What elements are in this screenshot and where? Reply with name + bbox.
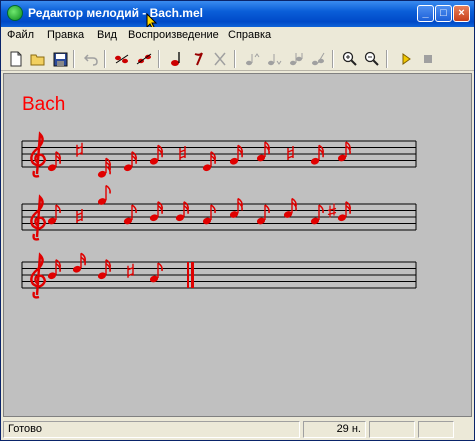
window-title: Редактор мелодий - Bach.mel <box>28 6 203 20</box>
stop-icon[interactable] <box>418 49 438 69</box>
natural-sign-icon <box>127 263 134 278</box>
close-button[interactable]: × <box>453 5 470 22</box>
menu-bar: Файл Правка Вид Воспроизведение Справка <box>1 27 474 45</box>
toolbar-separator <box>158 50 160 68</box>
menu-playback[interactable]: Воспроизведение <box>128 29 219 41</box>
app-window: Редактор мелодий - Bach.mel _ □ × Файл П… <box>0 0 475 441</box>
treble-clef-icon <box>30 252 47 299</box>
treble-clef-icon <box>30 131 47 178</box>
play-icon[interactable] <box>396 49 416 69</box>
natural-sign-icon <box>76 209 83 223</box>
natural-sign-icon <box>287 146 294 160</box>
note-pair-icon[interactable] <box>134 49 154 69</box>
score-canvas[interactable]: Bach <box>3 73 472 417</box>
menu-edit[interactable]: Правка <box>47 29 84 41</box>
app-icon <box>7 5 23 21</box>
minimize-button[interactable]: _ <box>417 5 434 22</box>
rest-icon[interactable] <box>188 49 208 69</box>
raise-note-icon[interactable] <box>242 49 262 69</box>
undo-icon[interactable] <box>81 49 101 69</box>
duration-up-icon[interactable] <box>286 49 306 69</box>
score-staff-area <box>21 131 417 299</box>
natural-sign-icon <box>179 146 186 160</box>
note-count: 29 н. <box>303 421 366 438</box>
status-bar: Готово 29 н. <box>1 419 474 440</box>
duration-down-icon[interactable] <box>308 49 328 69</box>
delete-note-icon[interactable] <box>210 49 230 69</box>
status-pane-empty <box>369 421 415 438</box>
save-icon[interactable] <box>50 49 70 69</box>
menu-file[interactable]: Файл <box>7 29 34 41</box>
natural-sign-icon <box>76 142 83 157</box>
menu-help[interactable]: Справка <box>228 29 271 41</box>
final-barline <box>187 262 189 288</box>
status-text: Готово <box>3 421 300 438</box>
status-pane-empty <box>418 421 454 438</box>
toolbar-separator <box>104 50 106 68</box>
treble-clef-icon <box>30 194 47 241</box>
title-bar[interactable]: Редактор мелодий - Bach.mel _ □ × <box>1 1 474 31</box>
open-folder-icon[interactable] <box>28 49 48 69</box>
toolbar <box>1 47 474 71</box>
final-barline <box>191 262 194 288</box>
maximize-button[interactable]: □ <box>435 5 452 22</box>
lower-note-icon[interactable] <box>264 49 284 69</box>
menu-view[interactable]: Вид <box>97 29 117 41</box>
toolbar-separator <box>73 50 75 68</box>
new-document-icon[interactable] <box>6 49 26 69</box>
toolbar-separator <box>386 50 388 68</box>
zoom-in-icon[interactable] <box>340 49 360 69</box>
toolbar-separator <box>234 50 236 68</box>
toolbar-separator <box>332 50 334 68</box>
note-red-icon[interactable] <box>166 49 186 69</box>
zoom-out-icon[interactable] <box>362 49 382 69</box>
note-group-icon[interactable] <box>112 49 132 69</box>
